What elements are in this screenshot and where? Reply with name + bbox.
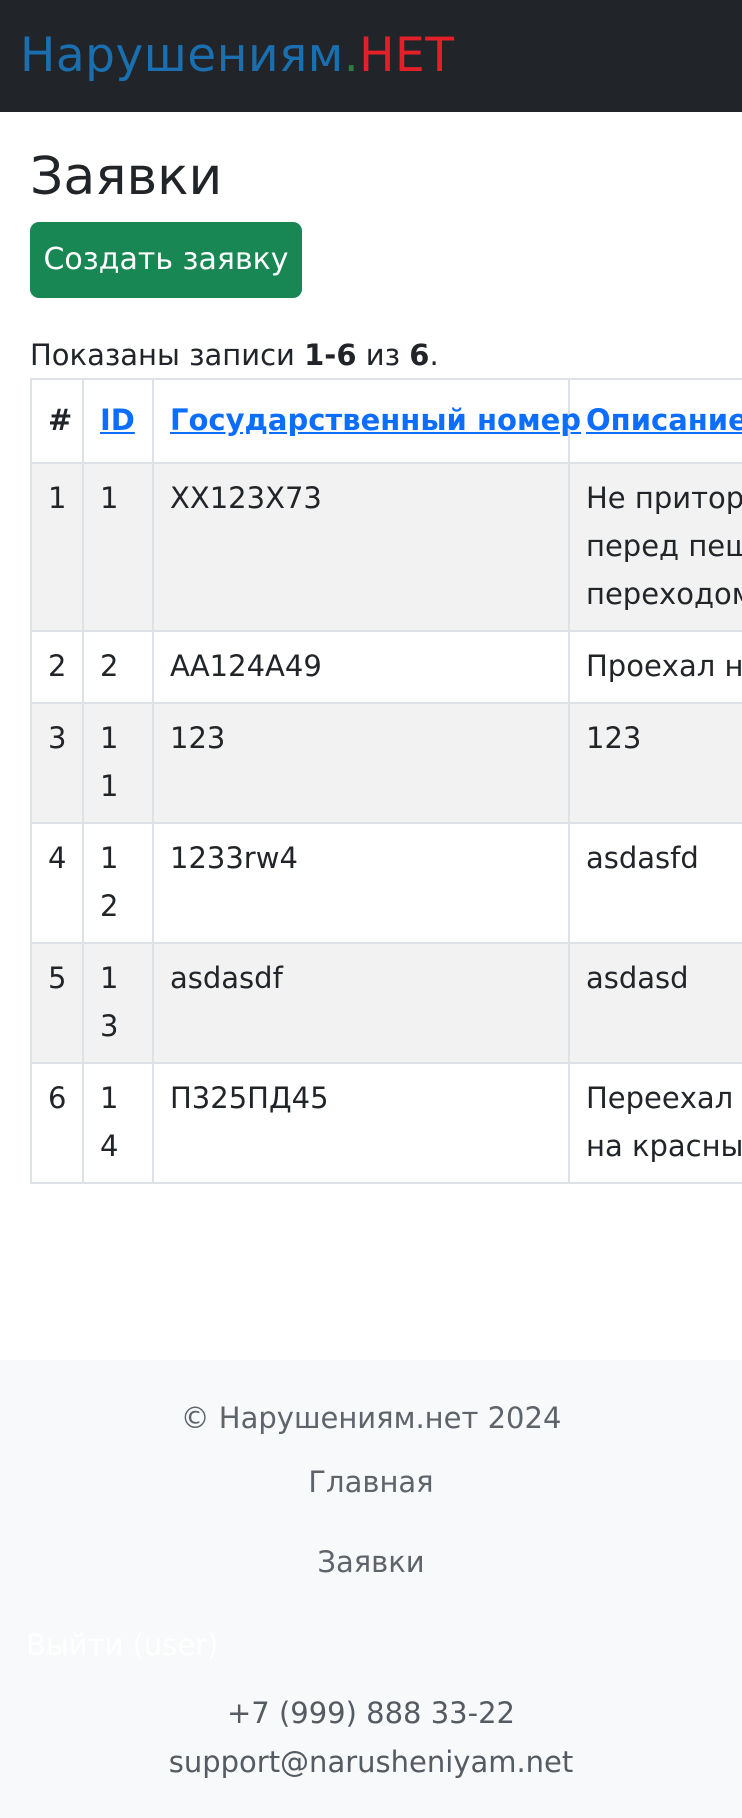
footer-copyright: © Нарушениям.нет 2024 [180, 1401, 562, 1435]
row-id: 11 [82, 702, 154, 824]
row-number: 6 [30, 1062, 84, 1184]
row-plate: 123 [152, 702, 570, 824]
brand-dot: . [343, 28, 360, 83]
footer-nav-requests-link[interactable]: Заявки [0, 1542, 742, 1582]
sort-by-description-link[interactable]: Описание [586, 403, 742, 437]
requests-table-wrapper[interactable]: # ID Государственный номер Описание 1 1 … [30, 378, 742, 1184]
row-id: 1 [82, 462, 154, 632]
summary-range: 1-6 [304, 338, 357, 372]
requests-table: # ID Государственный номер Описание 1 1 … [30, 378, 742, 1184]
footer-nav-home-link[interactable]: Главная [0, 1462, 742, 1502]
table-body: 1 1 XX123X73 Не притормозил перед пешехо… [30, 462, 742, 1184]
brand-name: Нарушениям [20, 28, 344, 83]
row-id: 13 [82, 942, 154, 1064]
table-row: 2 2 АА124А49 Проехал на красный [30, 630, 742, 704]
row-plate: 1233rw4 [152, 822, 570, 944]
row-id: 2 [82, 630, 154, 704]
row-plate: АА124А49 [152, 630, 570, 704]
row-plate: XX123X73 [152, 462, 570, 632]
brand-logo-link[interactable]: Нарушениям.НЕТ [20, 27, 454, 85]
column-header-id: ID [82, 378, 154, 464]
table-row: 3 11 123 123 [30, 702, 742, 824]
row-number: 5 [30, 942, 84, 1064]
summary-middle: из [356, 338, 410, 372]
row-number: 2 [30, 630, 84, 704]
table-row: 1 1 XX123X73 Не притормозил перед пешехо… [30, 462, 742, 632]
page-title: Заявки [30, 147, 223, 207]
summary-total: 6 [409, 338, 430, 372]
footer-email: support@narusheniyam.net [168, 1745, 574, 1779]
table-header: # ID Государственный номер Описание [30, 378, 742, 464]
table-row: 4 12 1233rw4 asdasfd [30, 822, 742, 944]
row-description: Переехал бабушку на красный [568, 1062, 742, 1184]
row-description: 123 [568, 702, 742, 824]
logout-link[interactable]: Выйти (user) [26, 1625, 218, 1665]
row-id: 14 [82, 1062, 154, 1184]
summary-suffix: . [429, 338, 439, 372]
row-id: 12 [82, 822, 154, 944]
table-row: 6 14 П325ПД45 Переехал бабушку на красны… [30, 1062, 742, 1184]
row-description: asdasd [568, 942, 742, 1064]
table-header-row: # ID Государственный номер Описание [30, 378, 742, 464]
table-row: 5 13 asdasdf asdasd [30, 942, 742, 1064]
column-header-number: # [30, 378, 84, 464]
footer: © Нарушениям.нет 2024 Главная Заявки Вый… [0, 1360, 742, 1818]
sort-by-plate-link[interactable]: Государственный номер [170, 403, 581, 437]
row-number: 1 [30, 462, 84, 632]
footer-phone: +7 (999) 888 33-22 [226, 1696, 515, 1730]
row-number: 3 [30, 702, 84, 824]
records-summary: Показаны записи 1-6 из 6. [30, 335, 439, 375]
row-plate: asdasdf [152, 942, 570, 1064]
navbar: Нарушениям.НЕТ [0, 0, 742, 112]
sort-by-id-link[interactable]: ID [100, 403, 135, 437]
column-header-plate: Государственный номер [152, 378, 581, 464]
create-request-button[interactable]: Создать заявку [30, 222, 302, 298]
row-number: 4 [30, 822, 84, 944]
column-header-description: Описание [568, 378, 742, 464]
row-description: Не притормозил перед пешеходным переходо… [568, 462, 742, 632]
row-plate: П325ПД45 [152, 1062, 570, 1184]
row-description: asdasfd [568, 822, 742, 944]
summary-prefix: Показаны записи [30, 338, 305, 372]
row-description: Проехал на красный [568, 630, 742, 704]
brand-suffix: НЕТ [359, 28, 455, 83]
